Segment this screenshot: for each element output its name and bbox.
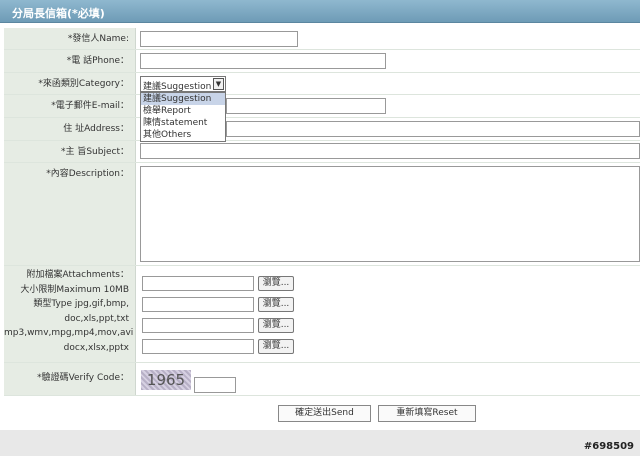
email-label: *電子郵件E-mail： (4, 95, 136, 117)
address-label: 住 址Address： (4, 118, 136, 140)
attachment-file-input[interactable] (142, 297, 254, 312)
browse-button[interactable]: 瀏覽... (258, 339, 294, 354)
name-row: *發信人Name: (4, 28, 640, 50)
description-label: *內容Description： (4, 163, 136, 265)
verify-code-input[interactable] (194, 377, 236, 393)
attachment-file-input[interactable] (142, 276, 254, 291)
category-option[interactable]: 建議Suggestion (141, 93, 225, 105)
category-label: *來函類別Category： (4, 73, 136, 94)
category-option[interactable]: 陳情statement (141, 117, 225, 129)
category-select[interactable]: 建議Suggestion ▼ (140, 76, 226, 92)
verify-label: *驗證碼Verify Code： (4, 363, 136, 395)
captcha-image: 1965 (141, 370, 191, 390)
category-selected-value: 建議Suggestion (143, 82, 212, 92)
category-option[interactable]: 檢舉Report (141, 105, 225, 117)
chevron-down-icon[interactable]: ▼ (213, 78, 224, 90)
description-textarea[interactable] (140, 166, 640, 262)
attach-line: doc,xls,ppt,txt (64, 313, 129, 324)
title-bar: 分局長信箱(*必填) (0, 0, 640, 23)
attachment-file-input[interactable] (142, 339, 254, 354)
subject-label: *主 旨Subject： (4, 141, 136, 162)
send-button[interactable]: 確定送出Send (278, 405, 371, 422)
category-option[interactable]: 其他Others (141, 129, 225, 141)
watermark-id: #698509 (583, 441, 634, 452)
name-input[interactable] (140, 31, 298, 47)
browse-button[interactable]: 瀏覽... (258, 318, 294, 333)
browse-button[interactable]: 瀏覽... (258, 297, 294, 312)
name-label: *發信人Name: (4, 28, 136, 49)
attach-line: mp3,wmv,mpg,mp4,mov,avi (4, 328, 134, 338)
subject-input[interactable] (140, 143, 640, 159)
verify-row: *驗證碼Verify Code： (4, 363, 640, 396)
attach-line: 大小限制Maximum 10MB (20, 284, 129, 295)
reset-button[interactable]: 重新填寫Reset (378, 405, 476, 422)
address-input[interactable] (226, 121, 640, 137)
attach-line: docx,xlsx,pptx (63, 342, 129, 353)
attach-line: 類型Type jpg,gif,bmp, (33, 299, 129, 309)
attachments-row: 附加檔案Attachments： 大小限制Maximum 10MB 類型Type… (4, 266, 640, 363)
attachments-label: 附加檔案Attachments： 大小限制Maximum 10MB 類型Type… (4, 266, 136, 362)
phone-label: *電 話Phone： (4, 50, 136, 72)
category-row: *來函類別Category： (4, 73, 640, 95)
page-title: 分局長信箱(*必填) (12, 7, 105, 20)
browse-button[interactable]: 瀏覽... (258, 276, 294, 291)
category-dropdown: 建議Suggestion 檢舉Report 陳情statement 其他Othe… (140, 92, 226, 142)
attachment-file-input[interactable] (142, 318, 254, 333)
email-input[interactable] (226, 98, 386, 114)
phone-input[interactable] (140, 53, 386, 69)
footer-bar: #698509 (0, 430, 640, 456)
attach-line: 附加檔案Attachments： (26, 270, 129, 280)
